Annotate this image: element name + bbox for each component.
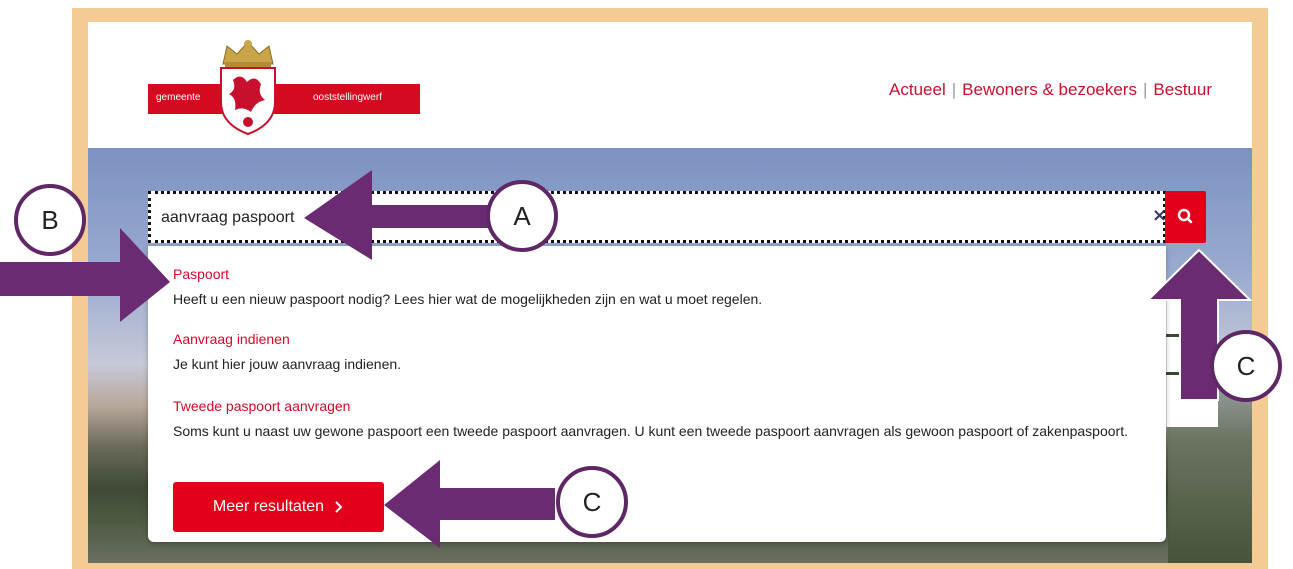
- list-item: Aanvraag indienen Je kunt hier jouw aanv…: [173, 331, 1153, 375]
- search-button[interactable]: [1165, 191, 1206, 243]
- more-results-button[interactable]: Meer resultaten: [173, 482, 384, 532]
- annotation-marker-c-top: C: [1210, 330, 1282, 402]
- side-panel-divider: [1166, 334, 1218, 337]
- search-box: ×: [148, 191, 1167, 243]
- nav-item-bewoners-bezoekers[interactable]: Bewoners & bezoekers: [962, 80, 1137, 99]
- annotation-marker-a: A: [486, 180, 558, 252]
- search-suggestions: Paspoort Heeft u een nieuw paspoort nodi…: [148, 246, 1166, 542]
- search-icon: [1177, 208, 1193, 224]
- result-title[interactable]: Tweede paspoort aanvragen: [173, 398, 1153, 414]
- nav-separator: |: [951, 80, 957, 99]
- crest-icon: [220, 40, 276, 136]
- search-input[interactable]: [161, 206, 1061, 230]
- side-panel: [1166, 284, 1218, 427]
- result-title[interactable]: Aanvraag indienen: [173, 331, 1153, 347]
- result-title[interactable]: Paspoort: [173, 266, 1153, 282]
- more-results-label: Meer resultaten: [212, 498, 325, 515]
- municipality-logo[interactable]: gemeente ooststellingwerf: [148, 84, 420, 114]
- chevron-right-icon: [335, 501, 343, 513]
- website-page: gemeente ooststellingwerf Actueel | Bewone…: [88, 22, 1252, 563]
- top-navigation: Actueel | Bewoners & bezoekers | Bestuur: [889, 80, 1212, 100]
- result-description: Heeft u een nieuw paspoort nodig? Lees h…: [173, 291, 763, 307]
- list-item: Tweede paspoort aanvragen Soms kunt u na…: [173, 398, 1153, 442]
- nav-separator: |: [1142, 80, 1148, 99]
- logo-text-left: gemeente: [156, 92, 201, 103]
- logo-text-right: ooststellingwerf: [313, 92, 382, 103]
- nav-item-bestuur[interactable]: Bestuur: [1153, 80, 1212, 99]
- result-description: Soms kunt u naast uw gewone paspoort een…: [173, 423, 1128, 439]
- list-item: Paspoort Heeft u een nieuw paspoort nodi…: [173, 266, 1153, 310]
- site-header: gemeente ooststellingwerf Actueel | Bewone…: [88, 22, 1252, 148]
- result-description: Je kunt hier jouw aanvraag indienen.: [173, 356, 402, 372]
- annotation-marker-c-bottom: C: [556, 466, 628, 538]
- nav-item-actueel[interactable]: Actueel: [889, 80, 946, 99]
- annotation-marker-b: B: [14, 184, 86, 256]
